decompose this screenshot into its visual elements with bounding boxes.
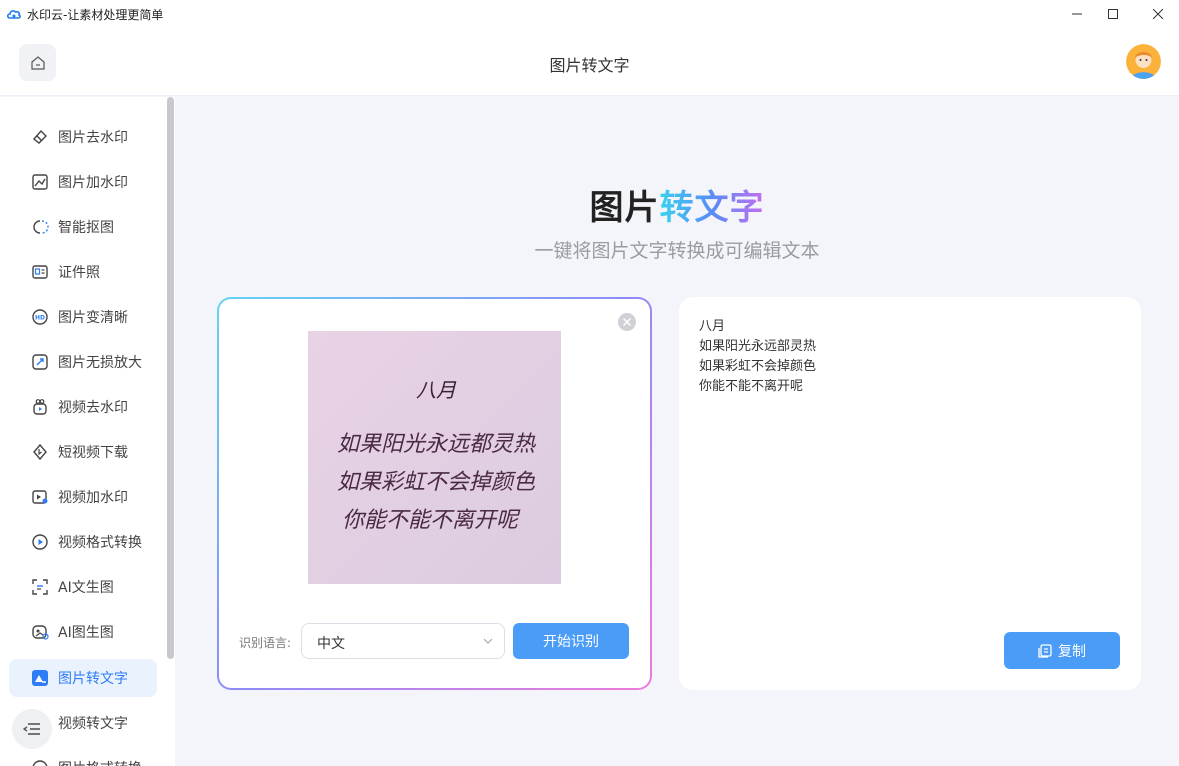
sidebar-item-label: 智能抠图 [58, 220, 114, 236]
start-recognition-button[interactable]: 开始识别 [513, 623, 629, 659]
sidebar-item-id-photo[interactable]: 证件照 [9, 253, 157, 291]
close-icon [1153, 9, 1163, 19]
ai-text-image-icon [31, 578, 49, 596]
window-title: 水印云-让素材处理更简单 [27, 8, 164, 22]
image-text-line: 你能不能不离开呢 [342, 508, 521, 533]
sidebar-item-video-add-watermark[interactable]: 视频加水印 [9, 478, 157, 516]
language-value: 中文 [317, 636, 345, 652]
language-label: 识别语言: [239, 636, 292, 650]
app-logo-icon [6, 10, 21, 19]
id-card-icon [31, 263, 49, 281]
image-edit-icon [31, 173, 49, 191]
hero-title: 图片转文字 [175, 180, 1179, 229]
sidebar-item-label: 图片转文字 [58, 671, 128, 687]
video-convert-icon [31, 533, 49, 551]
sidebar-item-label: 视频转文字 [58, 716, 128, 732]
copy-icon [1038, 643, 1052, 658]
language-select[interactable]: 中文 [301, 623, 505, 659]
sidebar-item-short-video-download[interactable]: 短视频下载 [9, 433, 157, 471]
maximize-button[interactable] [1090, 0, 1136, 28]
result-line: 如果阳光永远部灵热 [699, 339, 817, 354]
result-line: 如果彩虹不会掉颜色 [699, 359, 817, 374]
sidebar-item-label: 图片去水印 [58, 130, 128, 146]
sidebar-item-label: 视频去水印 [58, 400, 128, 416]
sidebar-item-image-enhance[interactable]: HD 图片变清晰 [9, 298, 157, 336]
cutout-icon [31, 218, 49, 236]
close-window-button[interactable] [1135, 0, 1179, 28]
ai-image-image-icon [31, 623, 49, 641]
sidebar-item-image-to-text[interactable]: 图片转文字 [9, 659, 157, 697]
result-line: 你能不能不离开呢 [699, 379, 804, 394]
uploaded-image-preview: 八月 如果阳光永远都灵热 如果彩虹不会掉颜色 你能不能不离开呢 [308, 331, 561, 584]
sidebar-item-label: 短视频下载 [58, 445, 128, 461]
enlarge-icon [31, 353, 49, 371]
sidebar-scrollbar[interactable] [167, 97, 174, 659]
result-text-area[interactable]: 八月 如果阳光永远部灵热 如果彩虹不会掉颜色 你能不能不离开呢 [699, 317, 816, 397]
sidebar-item-ai-text-to-image[interactable]: AI文生图 [9, 568, 157, 606]
download-icon [31, 443, 49, 461]
hero-subtitle: 一键将图片文字转换成可编辑文本 [534, 240, 820, 262]
result-panel: 八月 如果阳光永远部灵热 如果彩虹不会掉颜色 你能不能不离开呢 复制 [679, 297, 1141, 690]
image-text-icon [31, 669, 49, 687]
image-text-line: 如果阳光永远都灵热 [337, 432, 537, 457]
sidebar-item-image-format-convert[interactable]: 图片格式转换 [9, 749, 157, 766]
app-header: 图片转文字 [0, 28, 1179, 96]
image-text-line: 如果彩虹不会掉颜色 [337, 470, 536, 495]
copy-label: 复制 [1058, 643, 1086, 660]
hero-title-accent: 转文字 [659, 188, 765, 228]
upload-panel: 八月 如果阳光永远都灵热 如果彩虹不会掉颜色 你能不能不离开呢 识别语言: 中文… [217, 297, 652, 690]
sidebar-item-label: 视频格式转换 [58, 535, 142, 551]
sidebar-item-ai-image-to-image[interactable]: AI图生图 [9, 613, 157, 651]
video-watermark-icon [31, 488, 49, 506]
sidebar-item-label: AI文生图 [58, 580, 114, 596]
sidebar: 图片去水印 图片加水印 智能抠图 证件照 HD 图片变清晰 图片无损放大 视频去… [0, 97, 175, 766]
sidebar-item-label: AI图生图 [58, 625, 114, 641]
sidebar-item-smart-cutout[interactable]: 智能抠图 [9, 208, 157, 246]
copy-button[interactable]: 复制 [1004, 632, 1120, 669]
sidebar-item-label: 视频加水印 [58, 490, 128, 506]
hd-icon: HD [31, 308, 49, 326]
image-convert-icon [31, 759, 49, 766]
sidebar-item-image-add-watermark[interactable]: 图片加水印 [9, 163, 157, 201]
sidebar-item-label: 图片无损放大 [58, 355, 142, 371]
eraser-icon [31, 128, 49, 146]
remove-image-button[interactable] [618, 313, 636, 331]
hero-title-plain: 图片 [589, 188, 660, 228]
sidebar-collapse-button[interactable] [12, 709, 52, 749]
sidebar-item-label: 证件照 [58, 265, 100, 281]
sidebar-item-label: 图片加水印 [58, 175, 128, 191]
sidebar-item-label: 图片格式转换 [58, 758, 142, 766]
sidebar-item-image-remove-watermark[interactable]: 图片去水印 [9, 118, 157, 156]
page-title: 图片转文字 [549, 56, 630, 75]
sidebar-item-label: 图片变清晰 [58, 310, 128, 326]
image-text-title: 八月 [416, 378, 457, 402]
minimize-icon [1072, 13, 1082, 15]
window-titlebar: 水印云-让素材处理更简单 [0, 0, 1179, 28]
avatar-icon [1126, 44, 1161, 79]
sidebar-item-video-remove-watermark[interactable]: 视频去水印 [9, 388, 157, 426]
menu-collapse-icon [23, 723, 40, 735]
result-line: 八月 [699, 319, 726, 334]
chevron-down-icon [483, 638, 493, 644]
svg-text:HD: HD [35, 315, 45, 322]
maximize-icon [1108, 9, 1118, 19]
sidebar-item-image-enlarge[interactable]: 图片无损放大 [9, 343, 157, 381]
user-avatar[interactable] [1126, 44, 1161, 79]
sidebar-item-video-format-convert[interactable]: 视频格式转换 [9, 523, 157, 561]
video-clean-icon [31, 398, 49, 416]
remove-image-icon [623, 318, 631, 326]
